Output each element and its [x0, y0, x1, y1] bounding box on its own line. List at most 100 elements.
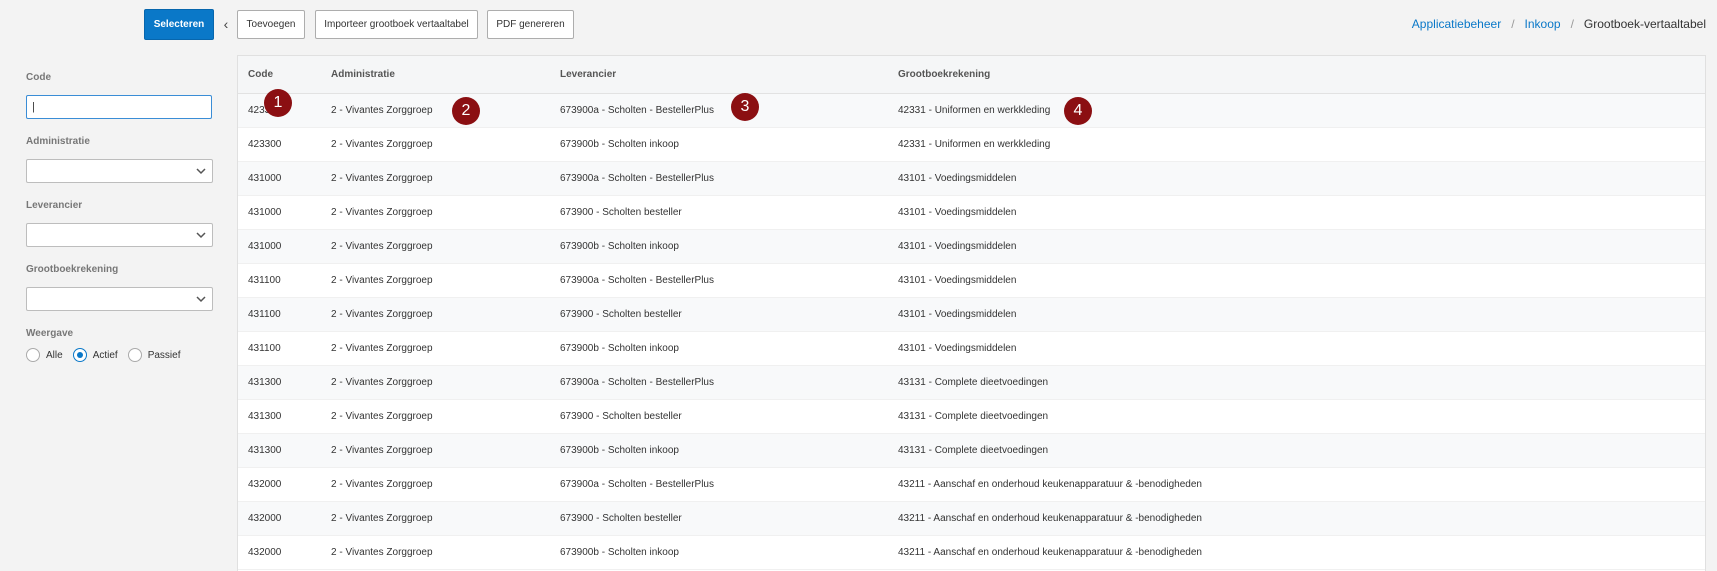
- import-ledger-table-button[interactable]: Importeer grootboek vertaaltabel: [315, 10, 478, 39]
- cell-grootboekrekening: 43211 - Aanschaf en onderhoud keukenappa…: [898, 513, 1202, 524]
- table-row[interactable]: 431300 2 - Vivantes Zorggroep 673900b - Sc…: [238, 434, 1705, 468]
- cell-code: 432000: [248, 547, 282, 558]
- cell-administratie: 2 - Vivantes Zorggroep: [331, 445, 433, 456]
- radio-passief-label: Passief: [147, 349, 181, 361]
- table-row[interactable]: 431000 2 - Vivantes Zorggroep 673900a - Sc…: [238, 162, 1705, 196]
- filter-sidebar: Code Administratie Leverancier Grootboek…: [26, 72, 214, 362]
- cell-administratie: 2 - Vivantes Zorggroep: [331, 275, 433, 286]
- leverancier-filter-group: Leverancier: [26, 200, 214, 247]
- cell-leverancier: 673900a - Scholten - BestellerPlus: [560, 173, 714, 184]
- cell-code: 431100: [248, 343, 281, 354]
- cell-administratie: 2 - Vivantes Zorggroep: [331, 241, 433, 252]
- column-header-grootboekrekening[interactable]: Grootboekrekening: [898, 69, 1705, 80]
- cell-leverancier: 673900a - Scholten - BestellerPlus: [560, 479, 714, 490]
- cell-grootboekrekening: 43211 - Aanschaf en onderhoud keukenappa…: [898, 547, 1202, 558]
- cell-leverancier: 673900 - Scholten besteller: [560, 207, 682, 218]
- cell-leverancier: 673900a - Scholten - BestellerPlus: [560, 377, 714, 388]
- cell-leverancier: 673900b - Scholten inkoop: [560, 241, 679, 252]
- breadcrumb: Applicatiebeheer / Inkoop / Grootboek-ve…: [1412, 17, 1706, 31]
- table-row[interactable]: 431300 2 - Vivantes Zorggroep 673900 - Sch…: [238, 400, 1705, 434]
- grootboek-filter-group: Grootboekrekening: [26, 264, 214, 311]
- table-row[interactable]: 431100 2 - Vivantes Zorggroep 673900 - Sch…: [238, 298, 1705, 332]
- cell-grootboekrekening: 43101 - Voedingsmiddelen: [898, 275, 1017, 286]
- cell-grootboekrekening: 43101 - Voedingsmiddelen: [898, 343, 1017, 354]
- cell-grootboekrekening: 43131 - Complete dieetvoedingen: [898, 445, 1049, 456]
- cell-grootboekrekening: 43211 - Aanschaf en onderhoud keukenappa…: [898, 479, 1202, 490]
- cell-code: 431300: [248, 377, 282, 388]
- weergave-radio-group: Alle Actief Passief: [26, 348, 214, 362]
- cell-code: 432000: [248, 513, 282, 524]
- breadcrumb-current-page: Grootboek-vertaaltabel: [1583, 17, 1706, 31]
- table-row[interactable]: 432000 2 - Vivantes Zorggroep 673900b - Sc…: [238, 536, 1705, 570]
- generate-pdf-button[interactable]: PDF genereren: [487, 10, 574, 39]
- grootboek-filter-label: Grootboekrekening: [26, 264, 119, 275]
- code-filter-label: Code: [26, 72, 51, 83]
- leverancier-select[interactable]: [26, 223, 213, 247]
- table-row[interactable]: 431100 2 - Vivantes Zorggroep 673900a - Sc…: [238, 264, 1705, 298]
- chevron-down-icon: [196, 232, 206, 239]
- table-row[interactable]: 431300 2 - Vivantes Zorggroep 673900a - Sc…: [238, 366, 1705, 400]
- table-row[interactable]: 432000 2 - Vivantes Zorggroep 673900a - Sc…: [238, 468, 1705, 502]
- cell-leverancier: 673900b - Scholten inkoop: [560, 139, 679, 150]
- breadcrumb-inkoop-link[interactable]: Inkoop: [1525, 17, 1561, 31]
- administratie-filter-group: Administratie: [26, 136, 214, 183]
- table-row[interactable]: 431100 2 - Vivantes Zorggroep 673900b - Sc…: [238, 332, 1705, 366]
- code-filter-input[interactable]: [26, 95, 212, 119]
- radio-passief[interactable]: Passief: [127, 348, 181, 362]
- cell-administratie: 2 - Vivantes Zorggroep: [331, 377, 433, 388]
- radio-actief[interactable]: Actief: [72, 348, 118, 362]
- cell-code: 423300: [248, 139, 282, 150]
- cell-grootboekrekening: 43131 - Complete dieetvoedingen: [898, 411, 1049, 422]
- cell-grootboekrekening: 42331 - Uniformen en werkkleding: [898, 139, 1051, 150]
- cell-administratie: 2 - Vivantes Zorggroep: [331, 173, 433, 184]
- cell-administratie: 2 - Vivantes Zorggroep: [331, 547, 433, 558]
- administratie-filter-label: Administratie: [26, 136, 90, 147]
- table-body: 423300 2 - Vivantes Zorggroep 673900a - Sc…: [238, 94, 1705, 570]
- radio-passief-circle[interactable]: [127, 348, 142, 362]
- chevron-down-icon: [196, 168, 206, 175]
- administratie-select[interactable]: [26, 159, 213, 183]
- column-header-code[interactable]: Code: [238, 69, 331, 80]
- cell-code: 431100: [248, 309, 281, 320]
- leverancier-filter-label: Leverancier: [26, 200, 83, 211]
- column-header-leverancier[interactable]: Leverancier: [560, 69, 898, 80]
- annotation-marker-4: 4: [1064, 97, 1092, 125]
- grootboek-select[interactable]: [26, 287, 213, 311]
- radio-actief-label: Actief: [92, 349, 118, 361]
- cell-code: 431300: [248, 445, 282, 456]
- cell-code: 431300: [248, 411, 282, 422]
- cell-leverancier: 673900 - Scholten besteller: [560, 309, 682, 320]
- cell-administratie: 2 - Vivantes Zorggroep: [331, 411, 433, 422]
- toolbar: Selecteren ‹ Toevoegen Importeer grootbo…: [0, 0, 1717, 48]
- select-button[interactable]: Selecteren: [144, 9, 214, 40]
- weergave-filter-group: Weergave Alle Actief Passief: [26, 328, 214, 362]
- table-row[interactable]: 431000 2 - Vivantes Zorggroep 673900 - Sch…: [238, 196, 1705, 230]
- cell-administratie: 2 - Vivantes Zorggroep: [331, 513, 433, 524]
- breadcrumb-applicatiebeheer-link[interactable]: Applicatiebeheer: [1412, 17, 1501, 31]
- table-header: Code Administratie Leverancier Grootboek…: [238, 56, 1705, 94]
- radio-alle-circle[interactable]: [26, 348, 40, 362]
- radio-alle[interactable]: Alle: [26, 348, 63, 362]
- cell-grootboekrekening: 43101 - Voedingsmiddelen: [898, 241, 1017, 252]
- cell-leverancier: 673900b - Scholten inkoop: [560, 547, 679, 558]
- table-row[interactable]: 431000 2 - Vivantes Zorggroep 673900b - Sc…: [238, 230, 1705, 264]
- annotation-marker-2: 2: [452, 97, 480, 125]
- ledger-mapping-table: Code Administratie Leverancier Grootboek…: [237, 55, 1706, 571]
- table-row[interactable]: 423300 2 - Vivantes Zorggroep 673900b - Sc…: [238, 128, 1705, 162]
- cell-code: 431000: [248, 207, 282, 218]
- column-header-administratie[interactable]: Administratie: [331, 69, 560, 80]
- cell-administratie: 2 - Vivantes Zorggroep: [331, 479, 433, 490]
- add-button[interactable]: Toevoegen: [237, 10, 305, 39]
- cell-administratie: 2 - Vivantes Zorggroep: [331, 343, 433, 354]
- chevron-down-icon: [196, 296, 206, 303]
- annotation-marker-1: 1: [264, 89, 292, 117]
- radio-actief-circle[interactable]: [72, 348, 87, 362]
- cell-grootboekrekening: 42331 - Uniformen en werkkleding: [898, 105, 1051, 116]
- cell-code: 432000: [248, 479, 282, 490]
- cell-leverancier: 673900 - Scholten besteller: [560, 411, 682, 422]
- weergave-filter-label: Weergave: [26, 328, 74, 339]
- cell-administratie: 2 - Vivantes Zorggroep: [331, 105, 433, 116]
- collapse-chevron-icon[interactable]: ‹: [220, 16, 232, 32]
- cell-administratie: 2 - Vivantes Zorggroep: [331, 309, 433, 320]
- table-row[interactable]: 432000 2 - Vivantes Zorggroep 673900 - Sch…: [238, 502, 1705, 536]
